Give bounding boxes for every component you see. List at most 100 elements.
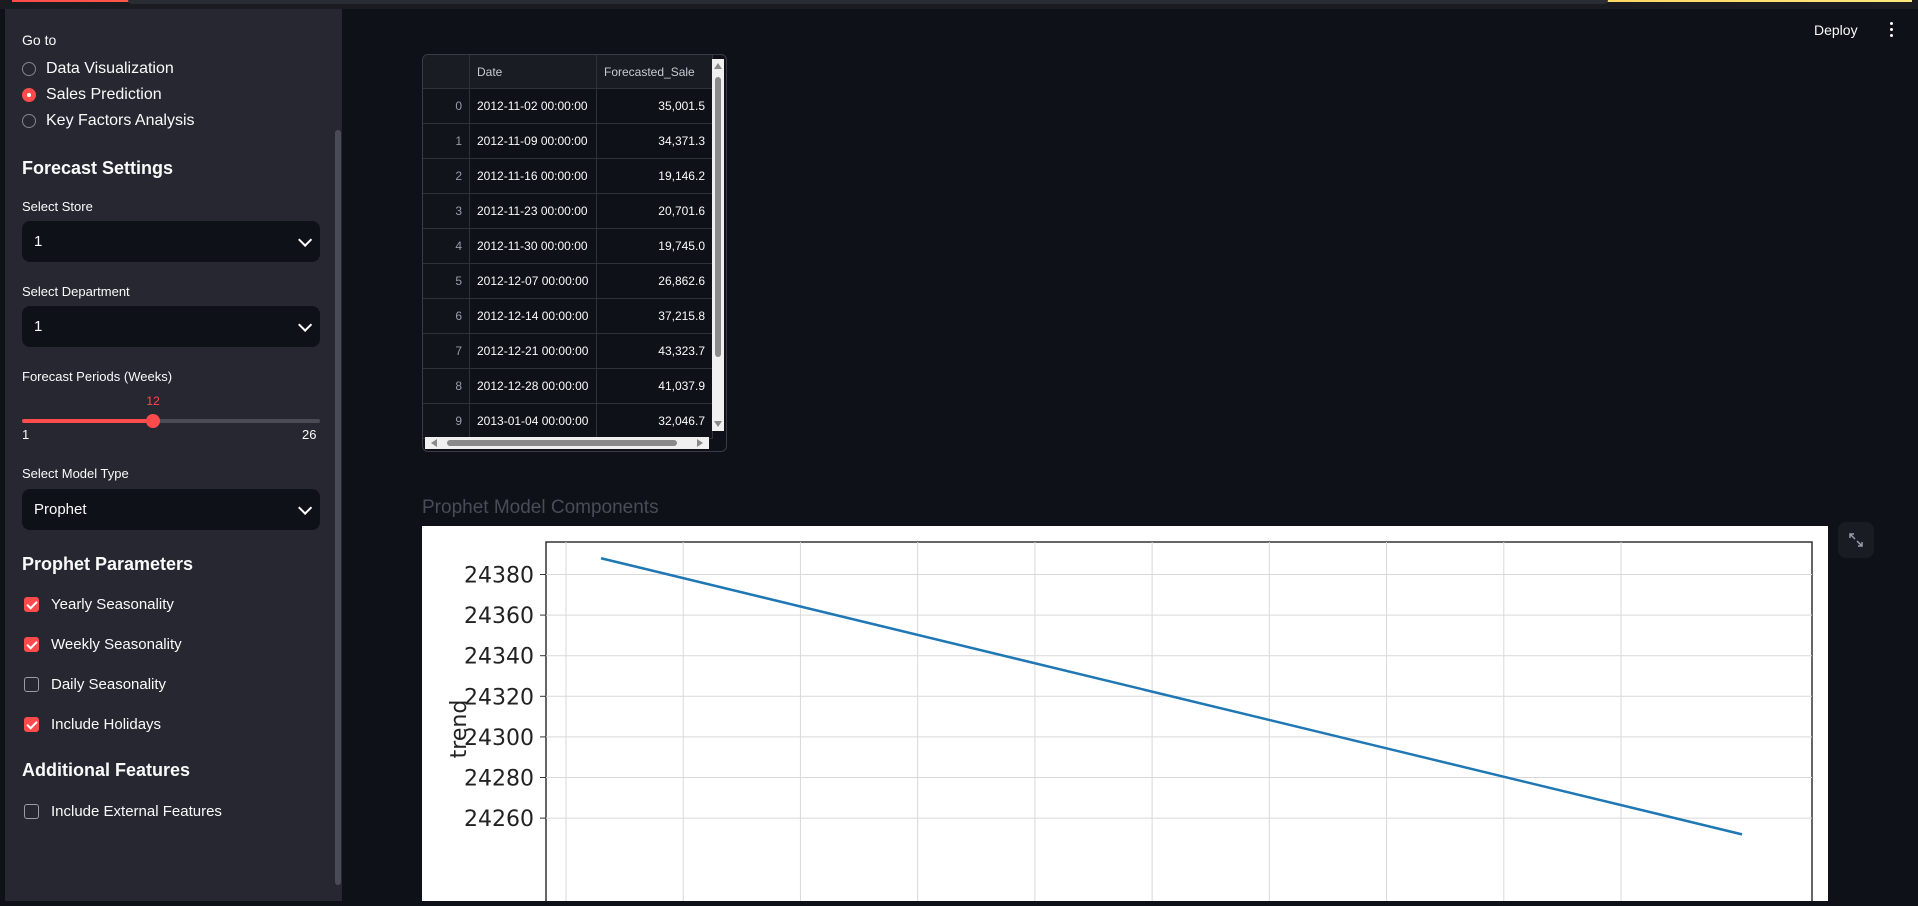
table-row[interactable]: 4 2012-11-30 00:00:00 19,745.0 — [423, 228, 713, 264]
sidebar: Go to Data Visualization Sales Predictio… — [5, 9, 342, 901]
checkbox-daily-seasonality[interactable]: Daily Seasonality — [24, 676, 166, 693]
row-index: 1 — [423, 123, 470, 159]
table-row[interactable]: 5 2012-12-07 00:00:00 26,862.6 — [423, 263, 713, 299]
date-cell[interactable]: 2012-11-30 00:00:00 — [469, 228, 597, 264]
date-cell[interactable]: 2012-12-21 00:00:00 — [469, 333, 597, 369]
store-select-label: Select Store — [22, 199, 93, 214]
sales-cell[interactable]: 32,046.7 — [596, 403, 713, 439]
date-cell[interactable]: 2012-12-07 00:00:00 — [469, 263, 597, 299]
store-select-value: 1 — [34, 233, 43, 250]
prophet-parameters-heading: Prophet Parameters — [22, 554, 194, 574]
radio-circle-selected[interactable] — [22, 88, 36, 102]
table-horizontal-scrollbar[interactable] — [425, 437, 709, 449]
y-tick-label: 24360 — [464, 604, 534, 629]
table-row[interactable]: 3 2012-11-23 00:00:00 20,701.6 — [423, 193, 713, 229]
table-row[interactable]: 6 2012-12-14 00:00:00 37,215.8 — [423, 298, 713, 334]
chevron-down-icon — [298, 232, 313, 247]
checkbox-label: Include Holidays — [51, 716, 162, 733]
scrollbar-thumb[interactable] — [447, 440, 677, 446]
scrollbar-thumb[interactable] — [715, 77, 721, 357]
column-header-forecasted-sales[interactable]: Forecasted_Sale — [596, 55, 713, 89]
date-cell[interactable]: 2012-11-16 00:00:00 — [469, 158, 597, 194]
checkbox-include-holidays[interactable]: Include Holidays — [24, 716, 161, 733]
fullscreen-button[interactable] — [1838, 522, 1874, 558]
deploy-button[interactable]: Deploy — [1814, 22, 1858, 38]
row-index: 7 — [423, 333, 470, 369]
table-row[interactable]: 1 2012-11-09 00:00:00 34,371.3 — [423, 123, 713, 159]
checkbox-include-external-features[interactable]: Include External Features — [24, 803, 222, 820]
table-row[interactable]: 2 2012-11-16 00:00:00 19,146.2 — [423, 158, 713, 194]
scroll-up-arrow-icon[interactable] — [714, 63, 722, 69]
date-cell[interactable]: 2012-11-23 00:00:00 — [469, 193, 597, 229]
department-select-value: 1 — [34, 318, 43, 335]
date-cell[interactable]: 2012-11-02 00:00:00 — [469, 88, 597, 124]
y-tick-label: 24260 — [464, 807, 534, 832]
radio-data-visualization[interactable]: Data Visualization — [22, 60, 174, 78]
date-cell[interactable]: 2012-12-14 00:00:00 — [469, 298, 597, 334]
sales-cell[interactable]: 34,371.3 — [596, 123, 713, 159]
slider-current-value: 12 — [146, 394, 160, 408]
date-cell[interactable]: 2012-12-28 00:00:00 — [469, 368, 597, 404]
trend-chart-svg: 24260 24280 24300 24320 24340 24360 24380 trend — [447, 541, 1813, 901]
checkbox-checked[interactable] — [24, 597, 39, 612]
checkbox-checked[interactable] — [24, 637, 39, 652]
app-top-decoration — [0, 0, 1918, 9]
checkbox-weekly-seasonality[interactable]: Weekly Seasonality — [24, 636, 182, 653]
scroll-right-arrow-icon[interactable] — [697, 439, 703, 447]
checkbox-unchecked[interactable] — [24, 677, 39, 692]
sidebar-scrollbar[interactable] — [335, 130, 341, 885]
slider-fill — [22, 419, 154, 423]
nav-label: Go to — [22, 32, 57, 48]
model-select[interactable]: Prophet — [22, 489, 320, 530]
store-select[interactable]: 1 — [22, 221, 320, 262]
y-tick-label: 24280 — [464, 767, 534, 792]
slider-thumb[interactable] — [146, 414, 161, 428]
main-menu-icon[interactable] — [1888, 22, 1894, 37]
sales-cell[interactable]: 35,001.5 — [596, 88, 713, 124]
radio-circle[interactable] — [22, 114, 36, 128]
model-select-label: Select Model Type — [22, 466, 129, 481]
checkbox-label: Daily Seasonality — [51, 676, 167, 693]
model-select-value: Prophet — [34, 501, 87, 518]
table-header-row: Date Forecasted_Sale — [423, 55, 713, 89]
checkbox-label: Weekly Seasonality — [51, 636, 182, 653]
components-section-title: Prophet Model Components — [422, 497, 659, 518]
table-row[interactable]: 8 2012-12-28 00:00:00 41,037.9 — [423, 368, 713, 404]
table-row[interactable]: 0 2012-11-02 00:00:00 35,001.5 — [423, 88, 713, 124]
department-select-label: Select Department — [22, 284, 130, 299]
department-select[interactable]: 1 — [22, 306, 320, 347]
sales-cell[interactable]: 37,215.8 — [596, 298, 713, 334]
y-tick-label: 24340 — [464, 645, 534, 670]
forecast-table: Date Forecasted_Sale 0 2012-11-02 00:00:0… — [423, 55, 713, 439]
date-cell[interactable]: 2013-01-04 00:00:00 — [469, 403, 597, 439]
checkbox-unchecked[interactable] — [24, 804, 39, 819]
row-index: 8 — [423, 368, 470, 404]
sales-cell[interactable]: 41,037.9 — [596, 368, 713, 404]
scroll-down-arrow-icon[interactable] — [714, 421, 722, 427]
additional-features-heading: Additional Features — [22, 760, 191, 780]
column-header-index[interactable] — [423, 55, 470, 89]
table-vertical-scrollbar[interactable] — [712, 59, 724, 431]
sales-cell[interactable]: 19,146.2 — [596, 158, 713, 194]
radio-key-factors-analysis[interactable]: Key Factors Analysis — [22, 112, 195, 130]
radio-circle[interactable] — [22, 62, 36, 76]
checkbox-yearly-seasonality[interactable]: Yearly Seasonality — [24, 596, 174, 613]
radio-sales-prediction[interactable]: Sales Prediction — [22, 86, 162, 104]
chevron-down-icon — [298, 500, 313, 515]
forecast-dataframe[interactable]: Date Forecasted_Sale 0 2012-11-02 00:00:0… — [422, 54, 727, 452]
plot-frame — [545, 541, 1813, 901]
sales-cell[interactable]: 20,701.6 — [596, 193, 713, 229]
column-header-date[interactable]: Date — [469, 55, 597, 89]
periods-slider[interactable]: 12 — [22, 394, 320, 428]
expand-icon — [1849, 533, 1863, 547]
sales-cell[interactable]: 26,862.6 — [596, 263, 713, 299]
table-row[interactable]: 9 2013-01-04 00:00:00 32,046.7 — [423, 403, 713, 439]
y-axis-label: trend — [447, 700, 472, 759]
sales-cell[interactable]: 19,745.0 — [596, 228, 713, 264]
scroll-left-arrow-icon[interactable] — [431, 439, 437, 447]
date-cell[interactable]: 2012-11-09 00:00:00 — [469, 123, 597, 159]
table-row[interactable]: 7 2012-12-21 00:00:00 43,323.7 — [423, 333, 713, 369]
y-tick-label: 24320 — [464, 685, 534, 710]
checkbox-checked[interactable] — [24, 717, 39, 732]
sales-cell[interactable]: 43,323.7 — [596, 333, 713, 369]
